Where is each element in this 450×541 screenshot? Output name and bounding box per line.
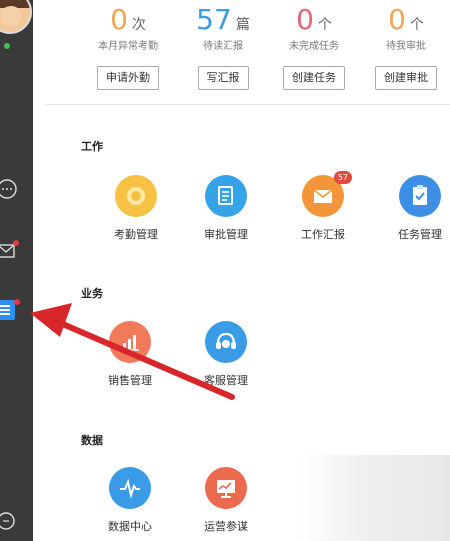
- annotation-arrow: [30, 303, 235, 400]
